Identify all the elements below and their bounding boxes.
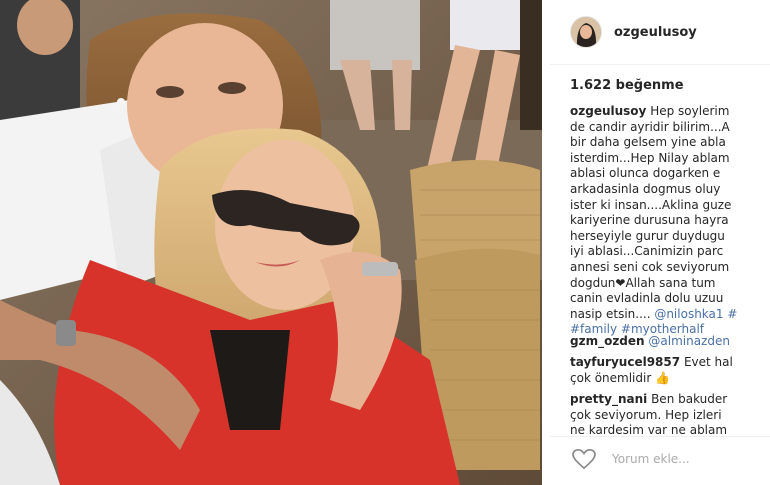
post-header: ozgeulusoy <box>570 14 697 50</box>
caption-line: iyi ablasi...Canimizin parc <box>570 244 724 259</box>
caption-line: ablasi olunca dogarken e <box>570 166 721 181</box>
comment-text: Ben bakuder <box>651 392 728 407</box>
caption-line: canin evladinla dolu uzuu <box>570 291 724 306</box>
comment-text: çok seviyorum. Hep izleri <box>570 407 722 422</box>
comment-item: gzm_ozden @alminazden <box>570 334 770 349</box>
header-divider <box>550 64 770 65</box>
comment-username[interactable]: gzm_ozden <box>570 334 645 348</box>
caption-line: herseyiyle gurur duydugu <box>570 228 725 243</box>
caption-line: arkadasinla dogmus oluy <box>570 181 721 196</box>
caption-line: isterdim...Hep Nilay ablam <box>570 150 730 165</box>
post-username[interactable]: ozgeulusoy <box>614 25 697 40</box>
comment-text: Evet hal <box>683 355 733 370</box>
comment-username[interactable]: tayfuryucel9857 <box>570 355 680 369</box>
post-caption: ozgeulusoy Hep soylerim de candir ayridi… <box>570 104 770 338</box>
post-photo <box>0 0 542 485</box>
comment-username[interactable]: pretty_nani <box>570 392 647 406</box>
post-sidebar: ozgeulusoy 1.622 beğenme ozgeulusoy Hep … <box>550 0 770 485</box>
avatar-image <box>571 17 601 47</box>
heart-outline-icon[interactable] <box>570 448 598 470</box>
comment-text: çok önemlidir 👍 <box>570 370 671 385</box>
caption-line: bir daha gelsem yine abla <box>570 135 726 150</box>
comment-item: pretty_nani Ben bakuder çok seviyorum. H… <box>570 392 770 438</box>
comment-bar <box>570 448 732 470</box>
footer-divider <box>550 436 770 437</box>
comment-mention-link[interactable]: @alminazden <box>648 334 730 348</box>
caption-line: annesi seni cok seviyorum <box>570 259 730 274</box>
caption-text: nasip etsin.... <box>570 306 655 321</box>
caption-line: ister ki insan....Aklina guze <box>570 197 732 212</box>
post-photo-image <box>0 0 542 485</box>
caption-mention-link[interactable]: @niloshka1 # <box>654 307 737 321</box>
comment-item: tayfuryucel9857 Evet hal çok önemlidir 👍 <box>570 355 770 386</box>
caption-username[interactable]: ozgeulusoy <box>570 104 646 118</box>
caption-line: dogdun❤Allah sana tum <box>570 275 716 290</box>
avatar[interactable] <box>570 16 602 48</box>
caption-line: de candir ayridir bilirim...A <box>570 119 730 134</box>
caption-line-0: ozgeulusoy Hep soylerim <box>570 104 770 120</box>
caption-line: nasip etsin.... @niloshka1 # <box>570 307 770 323</box>
caption-text: Hep soylerim <box>650 104 730 118</box>
caption-line: kariyerine durusuna hayra <box>570 213 729 228</box>
comment-list: gzm_ozden @alminazden tayfuryucel9857 Ev… <box>570 334 770 444</box>
like-count[interactable]: 1.622 beğenme <box>570 78 684 93</box>
add-comment-input[interactable] <box>612 452 732 466</box>
